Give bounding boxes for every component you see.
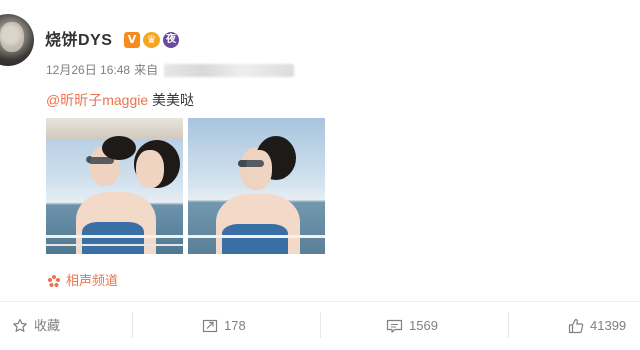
- favorite-label: 收藏: [34, 318, 61, 333]
- favorite-button[interactable]: 收藏: [12, 316, 60, 336]
- mention-link[interactable]: @昕昕子maggie: [46, 92, 148, 108]
- topic-tag[interactable]: 相声频道: [47, 272, 118, 290]
- like-button[interactable]: 41399: [568, 316, 626, 336]
- topic-tag-label: 相声频道: [66, 273, 119, 288]
- action-separator: [508, 312, 509, 338]
- user-badges: V ♛ 夜: [124, 32, 179, 48]
- post-photo-1[interactable]: [46, 118, 183, 254]
- star-icon: [13, 318, 27, 332]
- night-badge-icon[interactable]: 夜: [163, 32, 179, 48]
- post-photo-2[interactable]: [188, 118, 325, 254]
- comment-count: 1569: [409, 318, 438, 333]
- comment-button[interactable]: 1569: [386, 316, 438, 336]
- photo-hair-top: [102, 136, 136, 160]
- photo-rail: [46, 235, 183, 238]
- photo-swimsuit: [222, 224, 288, 254]
- actions-divider: [0, 301, 640, 302]
- thumbs-up-icon: [568, 318, 584, 334]
- photo-face-front: [246, 150, 272, 188]
- avatar[interactable]: [0, 14, 34, 66]
- post-text: 美美哒: [148, 92, 195, 108]
- comment-icon: [386, 319, 403, 333]
- repost-count: 178: [224, 318, 246, 333]
- crown-badge-icon[interactable]: ♛: [143, 32, 160, 48]
- post-content: @昕昕子maggie 美美哒: [46, 90, 194, 110]
- photo-swimsuit: [82, 222, 144, 254]
- post-date[interactable]: 12月26日 16:48: [46, 62, 130, 78]
- photo-face: [136, 150, 164, 188]
- username[interactable]: 烧饼DYS: [45, 31, 112, 51]
- source-prefix: 来自: [134, 63, 159, 77]
- post-meta: 12月26日 16:48 来自: [46, 62, 295, 78]
- repost-icon: [202, 319, 218, 333]
- photo-rail-lower: [46, 244, 183, 246]
- repost-button[interactable]: 178: [202, 316, 246, 336]
- action-separator: [320, 312, 321, 338]
- topic-flower-icon: [48, 275, 60, 287]
- like-count: 41399: [590, 318, 627, 333]
- photo-sunglasses-front: [238, 160, 264, 167]
- verified-badge-icon[interactable]: V: [124, 32, 140, 48]
- action-separator: [132, 312, 133, 338]
- photo-rail: [188, 235, 325, 238]
- source-blurred: [164, 63, 295, 77]
